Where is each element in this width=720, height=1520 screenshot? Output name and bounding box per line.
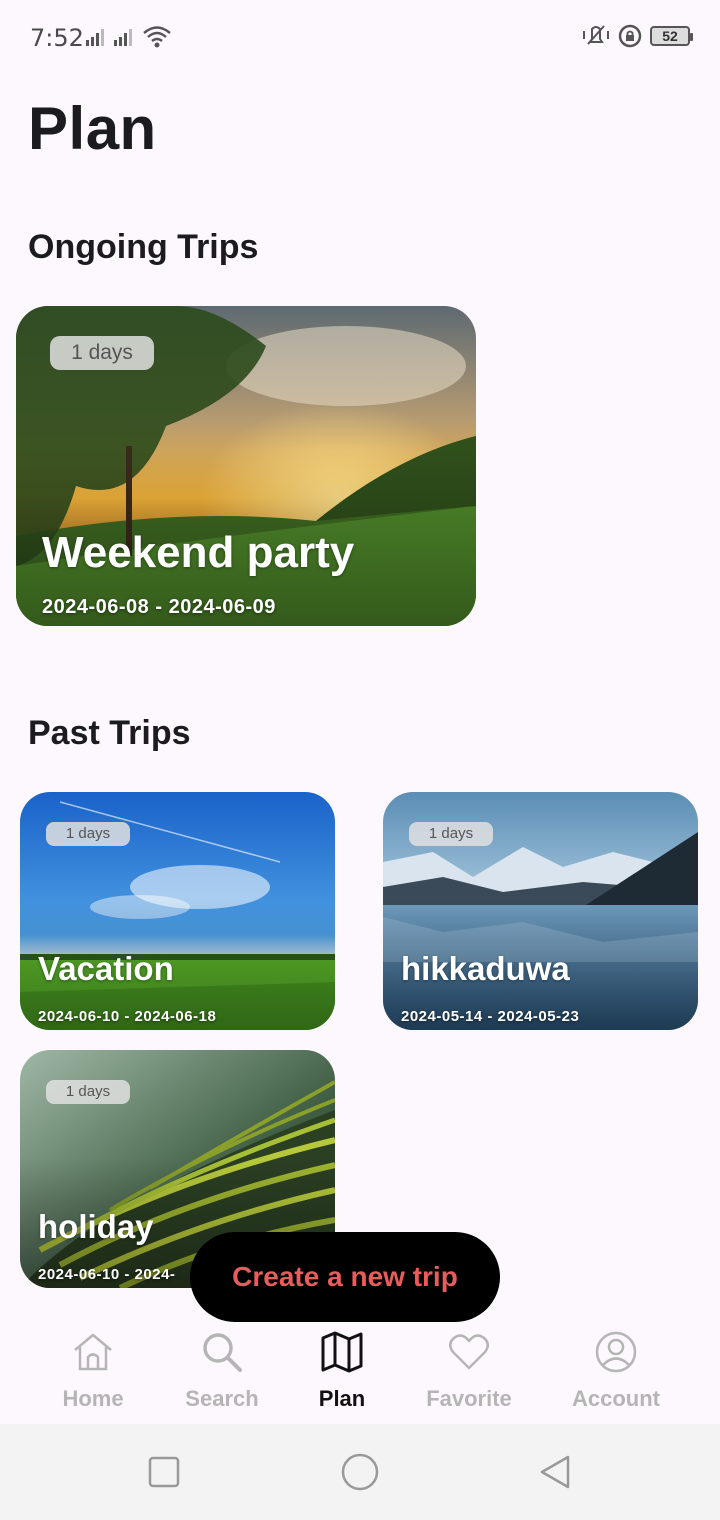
nav-label-account: Account xyxy=(572,1386,660,1411)
vibrate-icon xyxy=(583,25,609,45)
home-icon xyxy=(74,1333,112,1371)
trip-dates: 2024-06-10 - 2024-06-18 xyxy=(38,1008,217,1025)
status-time: 7:52 xyxy=(30,24,84,52)
account-icon xyxy=(595,1331,637,1373)
signal-icon-2 xyxy=(114,29,132,46)
nav-label-favorite: Favorite xyxy=(426,1386,512,1411)
recents-icon[interactable] xyxy=(148,1456,180,1488)
duration-badge: 1 days xyxy=(50,336,154,370)
nav-item-search[interactable]: Search xyxy=(152,1322,292,1424)
wifi-icon xyxy=(143,26,171,48)
duration-badge: 1 days xyxy=(409,822,493,846)
nav-item-plan[interactable]: Plan xyxy=(272,1322,412,1424)
rotation-lock-icon xyxy=(618,24,642,48)
search-icon xyxy=(203,1333,242,1372)
system-navigation-bar xyxy=(0,1424,720,1520)
trip-dates: 2024-05-14 - 2024-05-23 xyxy=(401,1008,580,1025)
page-title: Plan xyxy=(28,95,157,162)
heart-icon xyxy=(449,1334,489,1370)
trip-card-vacation[interactable]: 1 days Vacation 2024-06-10 - 2024-06-18 xyxy=(20,792,335,1030)
section-title-past: Past Trips xyxy=(28,714,191,752)
trip-name: holiday xyxy=(38,1208,154,1245)
map-icon xyxy=(321,1331,363,1373)
battery-indicator: 52 xyxy=(650,26,693,46)
create-trip-label: Create a new trip xyxy=(232,1261,458,1292)
duration-badge: 1 days xyxy=(46,1080,130,1104)
nav-label-search: Search xyxy=(185,1386,259,1411)
bottom-navigation: Home Search Plan Favorite Account xyxy=(0,1322,720,1424)
signal-icon xyxy=(86,29,104,46)
status-bar: 7:52 52 xyxy=(0,0,720,78)
nav-item-home[interactable]: Home xyxy=(23,1322,163,1424)
trip-name: Weekend party xyxy=(42,528,355,577)
section-title-ongoing: Ongoing Trips xyxy=(28,228,259,266)
duration-badge: 1 days xyxy=(46,822,130,846)
trip-card-weekend-party[interactable]: 1 days Weekend party 2024-06-08 - 2024-0… xyxy=(16,306,476,626)
trip-name: Vacation xyxy=(38,950,174,987)
nav-item-favorite[interactable]: Favorite xyxy=(399,1322,539,1424)
home-circle-icon[interactable] xyxy=(341,1453,379,1491)
nav-label-home: Home xyxy=(62,1386,124,1411)
back-triangle-icon[interactable] xyxy=(538,1454,572,1490)
nav-label-plan: Plan xyxy=(318,1386,366,1411)
trip-name: hikkaduwa xyxy=(401,950,570,987)
create-trip-button[interactable]: Create a new trip xyxy=(190,1232,500,1322)
trip-card-hikkaduwa[interactable]: 1 days hikkaduwa 2024-05-14 - 2024-05-23 xyxy=(383,792,698,1030)
trip-dates: 2024-06-10 - 2024- xyxy=(38,1266,176,1283)
trip-dates: 2024-06-08 - 2024-06-09 xyxy=(42,596,276,618)
nav-item-account[interactable]: Account xyxy=(546,1322,686,1424)
